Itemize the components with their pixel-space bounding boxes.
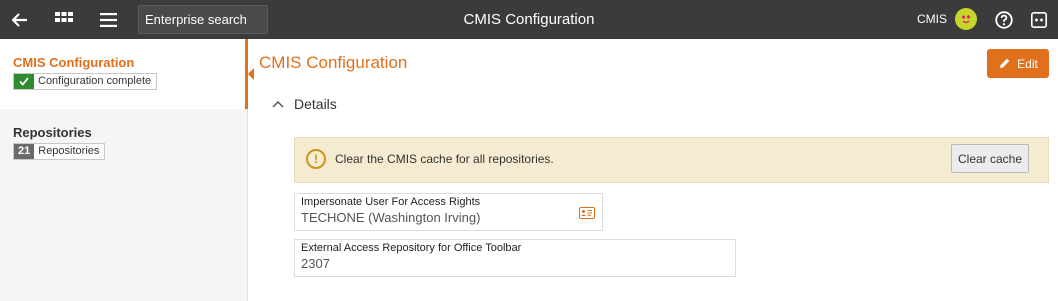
status-badge: Configuration complete <box>13 73 158 90</box>
field-label: External Access Repository for Office To… <box>301 242 522 254</box>
hamburger-menu-icon <box>99 12 117 27</box>
pencil-icon <box>1000 58 1010 68</box>
count-badge-label: Repositories <box>38 145 100 157</box>
sidebar-item-repositories[interactable]: Repositories 21 Repositories <box>0 119 248 179</box>
impersonate-user-field: Impersonate User For Access Rights TECHO… <box>294 193 603 231</box>
avatar[interactable] <box>955 8 977 30</box>
section-title: Details <box>294 96 337 112</box>
status-badge-label: Configuration complete <box>38 75 152 87</box>
edit-button-label: Edit <box>1017 56 1038 71</box>
section-header-details[interactable]: Details <box>272 94 337 114</box>
enterprise-search[interactable]: Enterprise search <box>138 5 268 34</box>
field-value: TECHONE (Washington Irving) <box>301 210 481 225</box>
count-badge-number: 21 <box>14 144 35 159</box>
back-button[interactable] <box>0 0 40 39</box>
extensions-button[interactable] <box>1019 0 1058 39</box>
sidebar-item-title: CMIS Configuration <box>13 55 135 70</box>
sidebar-item-cmis-configuration[interactable]: CMIS Configuration Configuration complet… <box>0 39 254 109</box>
sidebar: CMIS Configuration Configuration complet… <box>0 39 254 301</box>
external-access-repository-field: External Access Repository for Office To… <box>294 239 736 277</box>
apps-button[interactable] <box>44 0 84 39</box>
edit-button[interactable]: Edit <box>987 49 1049 78</box>
cache-notice: ! Clear the CMIS cache for all repositor… <box>294 137 1049 183</box>
clear-cache-button[interactable]: Clear cache <box>951 144 1029 173</box>
user-name[interactable]: CMIS <box>917 0 947 39</box>
id-card-icon[interactable] <box>579 207 595 219</box>
apps-grid-icon <box>55 11 73 22</box>
help-button[interactable] <box>984 0 1024 39</box>
chevron-up-icon <box>272 100 284 108</box>
help-icon <box>995 10 1013 29</box>
count-badge: 21 Repositories <box>13 143 106 160</box>
menu-button[interactable] <box>88 0 128 39</box>
extensions-icon <box>1031 11 1047 28</box>
back-arrow-icon <box>12 12 27 27</box>
top-bar: Enterprise search CMIS Configuration CMI… <box>0 0 1058 39</box>
avatar-face-icon <box>961 15 971 24</box>
field-value: 2307 <box>301 256 330 271</box>
notice-message: Clear the CMIS cache for all repositorie… <box>335 152 554 166</box>
page-title: CMIS Configuration <box>259 53 408 72</box>
field-label: Impersonate User For Access Rights <box>301 196 481 208</box>
sidebar-item-title: Repositories <box>13 125 92 140</box>
check-icon <box>14 74 34 89</box>
warning-icon: ! <box>306 149 326 169</box>
